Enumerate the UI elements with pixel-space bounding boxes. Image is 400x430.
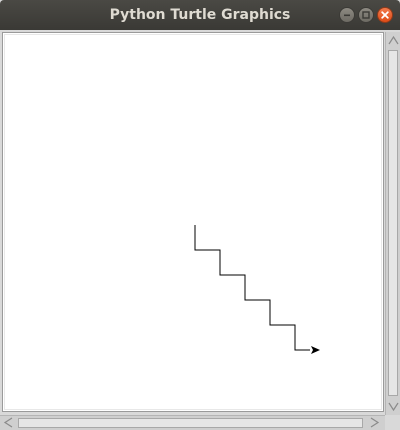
vertical-scroll-thumb[interactable] [388,50,398,396]
scroll-up-arrow-icon[interactable] [387,34,400,48]
minimize-icon [344,14,350,17]
scrollbar-corner [385,415,400,430]
vertical-scrollbar[interactable] [385,32,400,415]
horizontal-scroll-thumb[interactable] [18,418,363,428]
scroll-down-arrow-icon[interactable] [387,399,400,413]
scroll-right-arrow-icon[interactable] [367,416,381,429]
close-icon [381,11,389,19]
maximize-icon [362,11,370,19]
horizontal-scrollbar[interactable] [0,415,385,430]
close-button[interactable] [377,7,393,23]
title-bar[interactable]: Python Turtle Graphics [0,0,400,30]
minimize-button[interactable] [339,7,355,23]
maximize-button[interactable] [358,7,374,23]
scroll-left-arrow-icon[interactable] [2,416,16,429]
turtle-window: Python Turtle Graphics [0,0,400,430]
turtle-pen-path [194,225,310,351]
turtle-arrow-icon [311,346,320,354]
turtle-drawing [194,225,320,354]
